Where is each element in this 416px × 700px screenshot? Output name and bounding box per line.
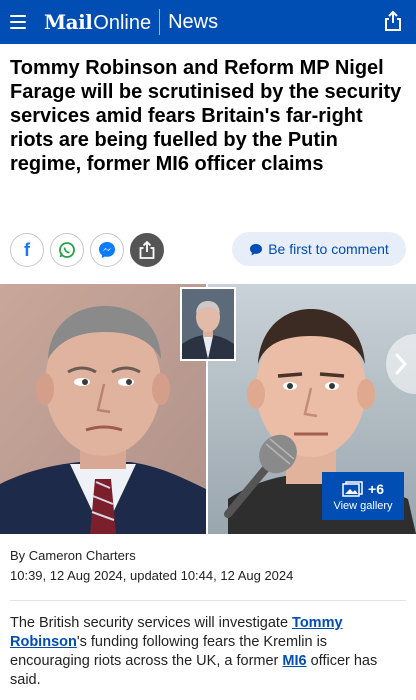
hamburger-menu-icon[interactable] [10, 15, 26, 29]
site-logo[interactable]: Mail Online [44, 10, 151, 35]
photo-nigel-farage[interactable] [0, 284, 206, 534]
intro-text-1: The British security services will inves… [10, 615, 293, 631]
messenger-share-button[interactable] [90, 233, 124, 267]
whatsapp-share-button[interactable] [50, 233, 84, 267]
section-label[interactable]: News [168, 11, 218, 34]
article-headline: Tommy Robinson and Reform MP Nigel Farag… [10, 57, 402, 175]
top-bar: Mail Online News [0, 0, 416, 44]
social-share-row: f [10, 232, 170, 268]
section-divider [10, 600, 406, 601]
brand-online: Online [93, 11, 152, 34]
comment-icon [250, 243, 263, 255]
chevron-right-icon [395, 353, 408, 375]
gallery-icon [342, 480, 363, 497]
inset-photo[interactable] [180, 287, 236, 361]
share-icon [139, 241, 155, 259]
link-mi6[interactable]: MI6 [282, 653, 306, 669]
view-gallery-button[interactable]: +6 View gallery [322, 472, 404, 520]
whatsapp-icon [59, 242, 75, 258]
gallery-label: View gallery [333, 499, 393, 512]
facebook-icon: f [24, 239, 30, 260]
comment-label: Be first to comment [268, 241, 389, 257]
author-byline[interactable]: By Cameron Charters [10, 548, 136, 563]
brand-mail: Mail [44, 9, 93, 34]
messenger-icon [99, 242, 115, 258]
comment-button[interactable]: Be first to comment [232, 232, 406, 266]
share-icon[interactable] [384, 10, 402, 32]
facebook-share-button[interactable]: f [10, 233, 44, 267]
share-button[interactable] [130, 233, 164, 267]
gallery-count-row: +6 [342, 481, 384, 497]
article-intro: The British security services will inves… [10, 614, 408, 690]
publish-dateline: 10:39, 12 Aug 2024, updated 10:44, 12 Au… [10, 568, 294, 583]
header-divider [159, 9, 161, 35]
gallery-count: +6 [368, 480, 384, 497]
